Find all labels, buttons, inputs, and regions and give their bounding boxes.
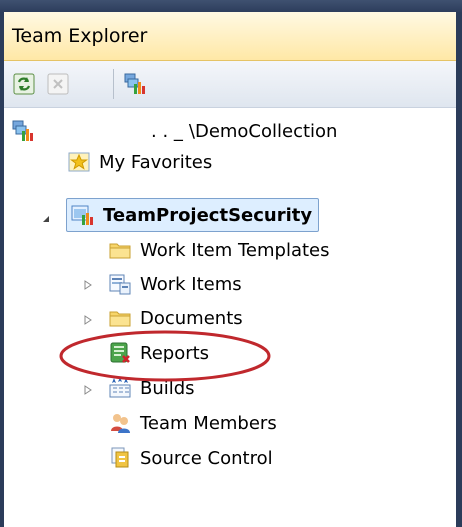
work-items-label: Work Items [140,273,242,295]
toolbar-separator [113,69,114,99]
folder-icon [108,306,132,330]
work-item-templates-label: Work Item Templates [140,239,330,261]
reports-label: Reports [140,342,210,364]
team-project-icon [71,203,95,227]
tree-node-reports[interactable]: Reports [108,337,209,369]
favorites-star-icon [67,150,91,174]
team-members-label: Team Members [140,412,277,434]
team-explorer-tree: . . _ \DemoCollection My Favorites TeamP… [4,108,456,527]
tree-node-source-control[interactable]: Source Control [108,442,273,474]
add-project-button[interactable] [124,72,148,96]
outer-frame: Team Explorer . . _ \DemoCollection My F… [0,0,462,527]
work-items-icon [108,272,132,296]
stop-button[interactable] [46,72,70,96]
titlebar[interactable]: Team Explorer [4,12,456,61]
documents-label: Documents [140,307,243,329]
collection-mask: . . _ [151,120,183,142]
source-control-label: Source Control [140,447,273,469]
tree-node-project[interactable]: TeamProjectSecurity [66,198,320,232]
add-team-project-icon [124,72,148,96]
team-members-icon [108,411,132,435]
work-items-expander[interactable] [82,279,94,291]
window-title: Team Explorer [12,25,148,47]
collection-label: \DemoCollection [188,120,338,142]
project-label: TeamProjectSecurity [103,204,313,226]
tree-node-team-members[interactable]: Team Members [108,407,277,439]
source-control-icon [108,446,132,470]
builds-expander[interactable] [82,384,94,396]
tree-node-builds[interactable]: Builds [108,372,195,404]
tree-node-collection[interactable]: . . _ \DemoCollection [12,115,337,147]
stop-icon [46,72,70,96]
my-favorites-label: My Favorites [99,151,213,173]
project-expander[interactable] [40,213,52,225]
window-topbar [0,0,462,12]
team-explorer-window: Team Explorer . . _ \DemoCollection My F… [4,12,456,527]
toolbar [4,61,456,108]
reports-error-icon [108,341,132,365]
builds-icon [108,376,132,400]
documents-expander[interactable] [82,314,94,326]
team-project-collection-icon [12,119,36,143]
folder-icon [108,238,132,262]
tree-node-work-item-templates[interactable]: Work Item Templates [108,234,330,266]
tree-node-my-favorites[interactable]: My Favorites [67,146,212,178]
refresh-button[interactable] [12,72,36,96]
tree-node-work-items[interactable]: Work Items [108,268,242,300]
refresh-icon [12,72,36,96]
builds-label: Builds [140,377,195,399]
tree-node-documents[interactable]: Documents [108,302,243,334]
